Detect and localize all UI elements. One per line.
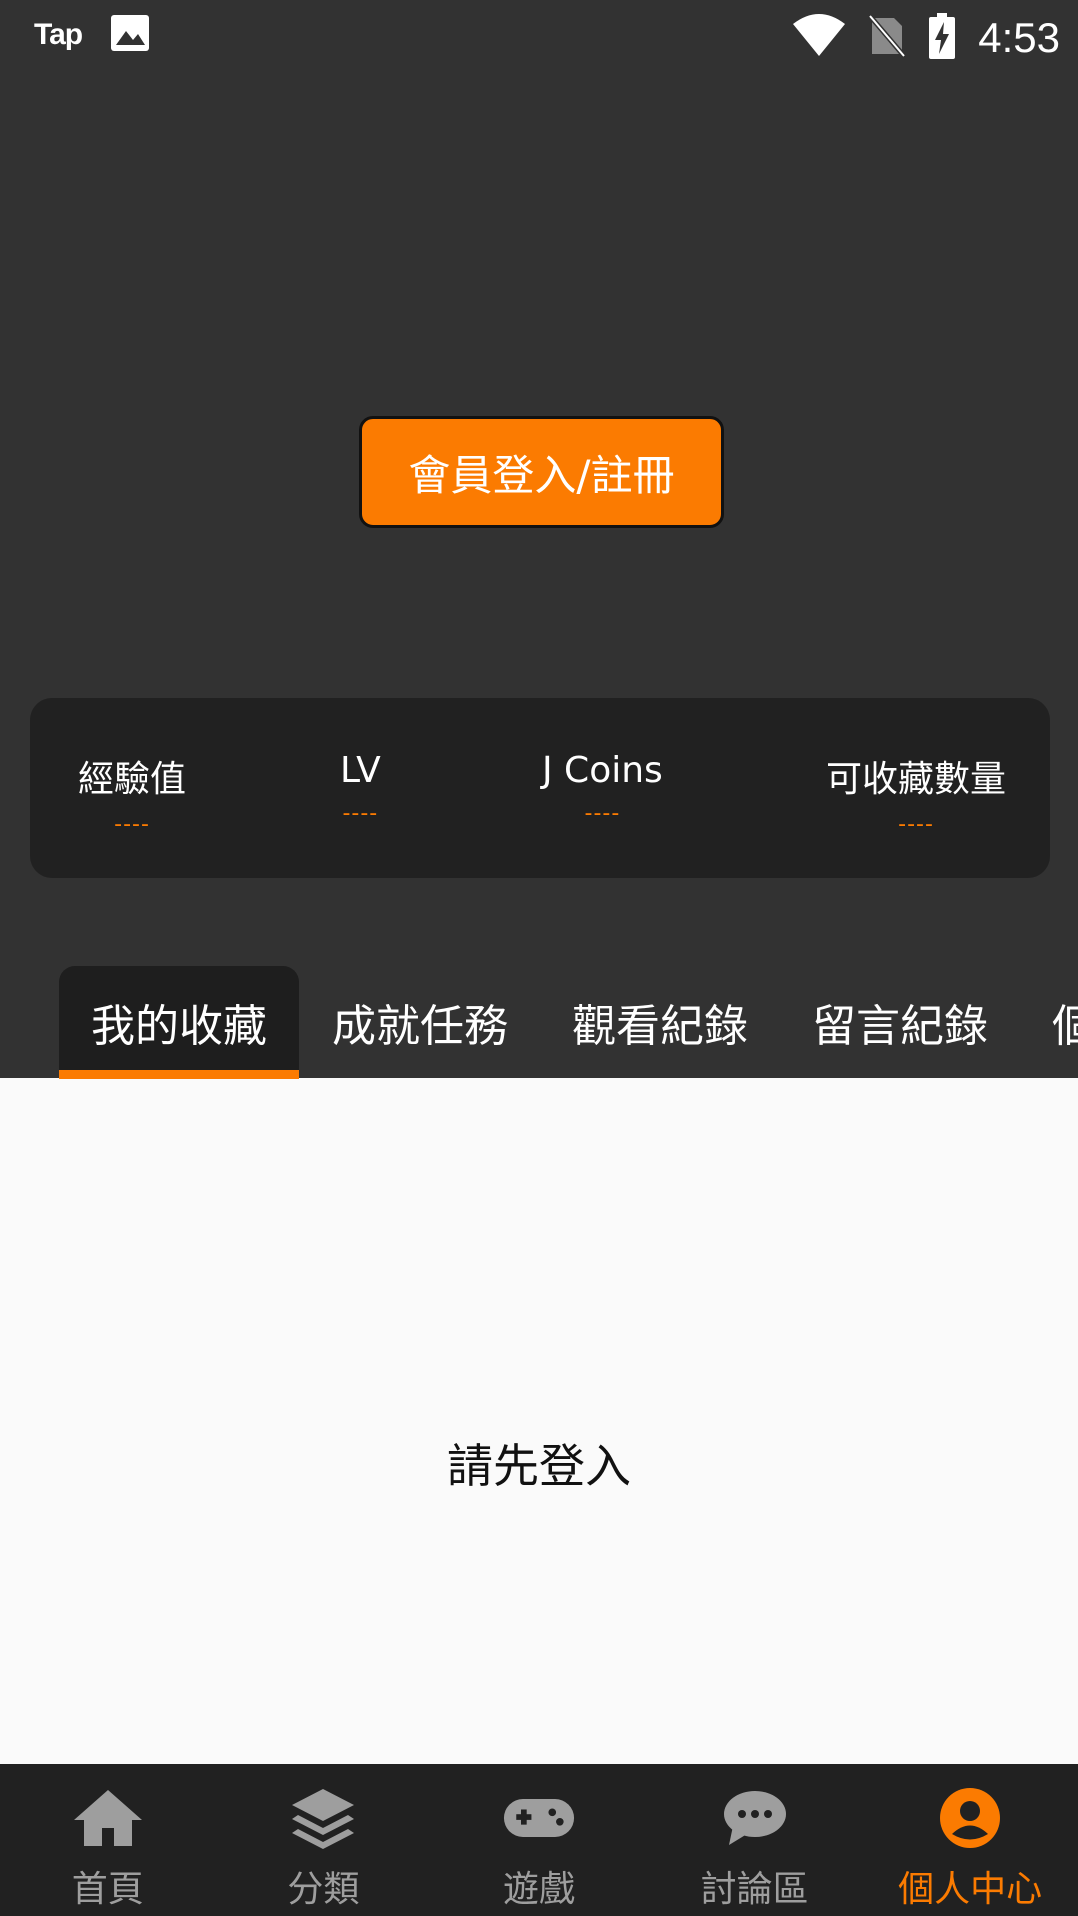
battery-charging-icon	[928, 12, 956, 64]
nav-item-categories[interactable]: 分類	[216, 1764, 432, 1916]
stat-value: ----	[898, 812, 934, 837]
tab-achievements[interactable]: 成就任務	[310, 966, 530, 1078]
stat-value: ----	[584, 801, 621, 826]
stat-experience: 經驗值 ----	[78, 750, 186, 837]
stat-label: 可收藏數量	[826, 759, 1007, 800]
stat-level: LV ----	[340, 750, 381, 826]
status-right: 4:53	[792, 12, 1060, 64]
wifi-icon	[792, 14, 846, 62]
layers-icon	[287, 1786, 359, 1850]
status-bar: Tap 4:53	[0, 0, 1078, 78]
login-required-message: 請先登入	[447, 1439, 631, 1493]
bottom-navigation: 首頁 分類 遊戲 討論區 個人中心	[0, 1764, 1078, 1916]
tab-comment-history[interactable]: 留言紀錄	[790, 966, 1010, 1078]
nav-label: 分類	[287, 1869, 360, 1910]
tab-my-collection[interactable]: 我的收藏	[59, 966, 299, 1078]
nav-item-home[interactable]: 首頁	[0, 1764, 216, 1916]
login-register-button[interactable]: 會員登入/註冊	[359, 416, 724, 528]
tab-watch-history[interactable]: 觀看紀錄	[550, 966, 770, 1078]
status-app-label: Tap	[34, 18, 83, 51]
nav-item-forum[interactable]: 討論區	[647, 1764, 863, 1916]
home-icon	[72, 1786, 144, 1850]
profile-tab-bar: 我的收藏 成就任務 觀看紀錄 留言紀錄 個	[0, 966, 1078, 1078]
stat-collectible-count: 可收藏數量 ----	[826, 750, 1006, 837]
status-left: Tap	[34, 14, 150, 56]
stat-label: 經驗值	[78, 759, 187, 800]
stats-card: 經驗值 ---- LV ---- J Coins ---- 可收藏數量 ----	[30, 698, 1050, 878]
no-sim-icon	[868, 14, 907, 62]
nav-label: 首頁	[71, 1869, 144, 1910]
stat-value: ----	[114, 812, 150, 837]
profile-header	[0, 0, 1078, 1078]
nav-label: 個人中心	[898, 1869, 1043, 1910]
image-icon	[110, 14, 150, 56]
nav-label: 遊戲	[502, 1869, 575, 1910]
nav-label: 討論區	[700, 1869, 809, 1910]
stat-j-coins: J Coins ----	[542, 750, 663, 826]
chat-bubble-icon	[719, 1786, 791, 1850]
gamepad-icon	[503, 1786, 575, 1850]
tab-more[interactable]: 個	[1052, 966, 1078, 1078]
account-circle-icon	[934, 1786, 1006, 1850]
nav-item-profile[interactable]: 個人中心	[862, 1764, 1078, 1916]
active-tab-indicator	[59, 1070, 299, 1079]
stat-value: ----	[342, 801, 379, 826]
stat-label: J Coins	[542, 750, 663, 791]
status-time: 4:53	[978, 14, 1060, 61]
stat-label: LV	[340, 750, 381, 791]
nav-item-games[interactable]: 遊戲	[431, 1764, 647, 1916]
